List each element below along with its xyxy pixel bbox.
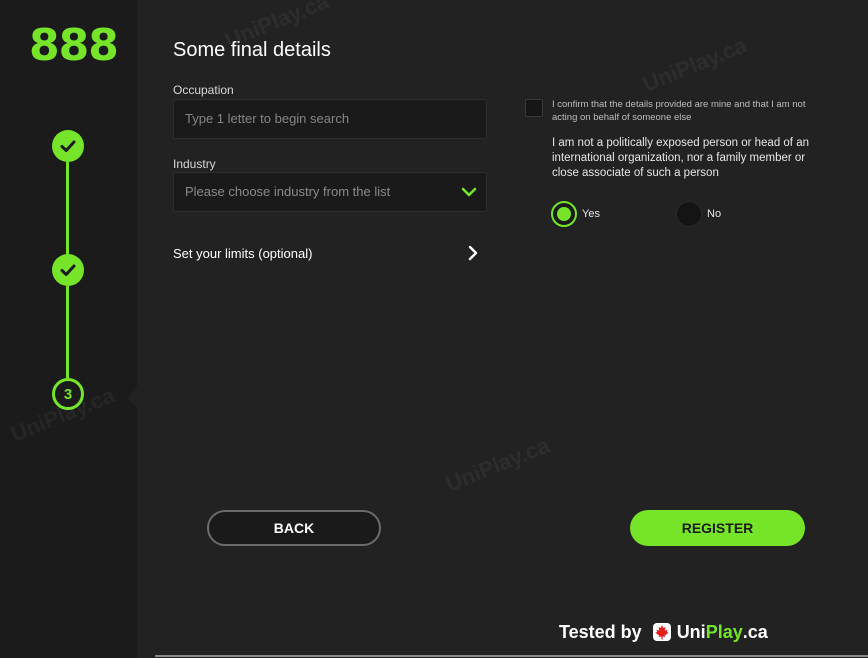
back-button[interactable]: BACK bbox=[207, 510, 381, 546]
brand-uni: Uni bbox=[676, 621, 706, 642]
confirm-details-text: I confirm that the details provided are … bbox=[552, 99, 806, 123]
pep-yes-radio[interactable]: Yes bbox=[551, 201, 600, 227]
register-button[interactable]: REGISTER bbox=[630, 510, 805, 546]
page-title: Some final details bbox=[173, 39, 331, 61]
industry-placeholder: Please choose industry from the list bbox=[185, 184, 391, 199]
occupation-input[interactable] bbox=[185, 100, 455, 138]
radio-selected-icon[interactable] bbox=[551, 201, 577, 227]
pep-no-radio[interactable]: No bbox=[676, 201, 721, 227]
check-icon bbox=[60, 140, 76, 152]
bottom-divider bbox=[155, 655, 868, 657]
radio-unselected-icon[interactable] bbox=[676, 201, 702, 227]
brand-play: Play bbox=[705, 621, 743, 642]
confirm-details-checkbox[interactable] bbox=[525, 99, 543, 117]
tested-by-text: Tested by bbox=[559, 621, 642, 642]
pep-question: I am not a politically exposed person or… bbox=[552, 137, 809, 179]
check-icon bbox=[60, 264, 76, 276]
watermark: UniPlay.ca bbox=[442, 432, 554, 497]
set-limits-label: Set your limits (optional) bbox=[173, 246, 313, 261]
logo-888: 888 bbox=[29, 20, 119, 71]
industry-label: Industry bbox=[173, 157, 216, 171]
step-1-complete bbox=[52, 130, 84, 162]
occupation-label: Occupation bbox=[173, 83, 234, 97]
occupation-field[interactable] bbox=[173, 99, 487, 139]
progress-sidebar: 888 3 bbox=[0, 0, 137, 658]
industry-select[interactable]: Please choose industry from the list bbox=[173, 172, 487, 212]
step-connector bbox=[66, 286, 69, 378]
pep-yes-label: Yes bbox=[582, 208, 600, 220]
active-step-pointer bbox=[127, 388, 137, 408]
maple-leaf-icon bbox=[652, 623, 671, 641]
brand-ca: .ca bbox=[742, 621, 768, 642]
tested-by-badge: Tested by Uni Play .ca bbox=[559, 620, 768, 644]
step-2-complete bbox=[52, 254, 84, 286]
chevron-down-icon[interactable] bbox=[461, 185, 477, 199]
pep-no-label: No bbox=[707, 208, 722, 220]
chevron-right-icon bbox=[468, 245, 478, 261]
set-limits-link[interactable]: Set your limits (optional) bbox=[173, 244, 483, 264]
step-connector bbox=[66, 162, 69, 254]
watermark: UniPlay.ca bbox=[639, 32, 751, 97]
